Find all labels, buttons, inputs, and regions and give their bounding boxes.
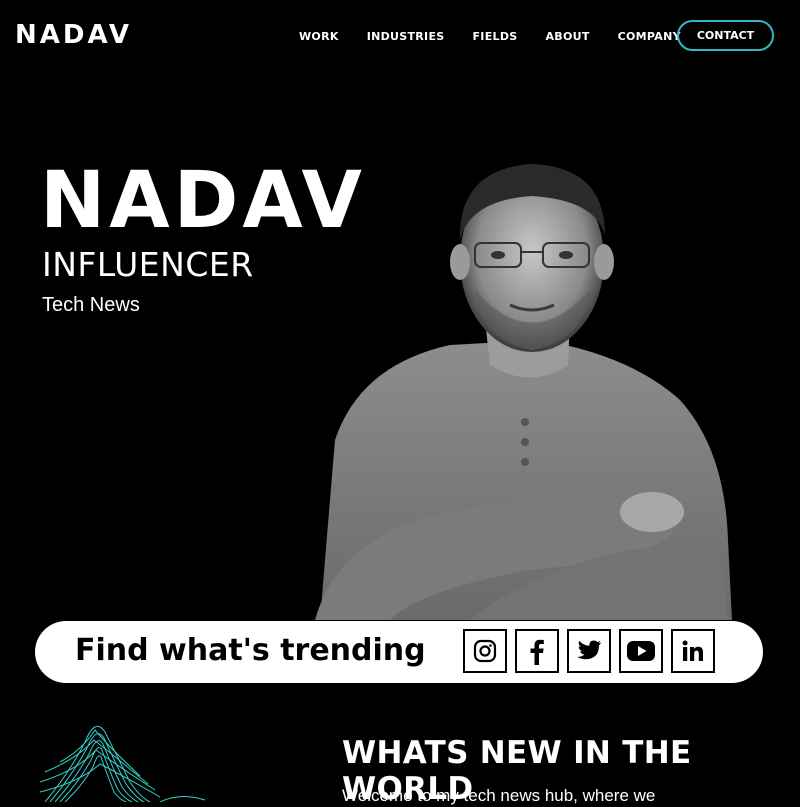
nav-fields[interactable]: FIELDS: [472, 30, 517, 43]
youtube-icon[interactable]: [619, 629, 663, 673]
twitter-icon[interactable]: [567, 629, 611, 673]
nav-company[interactable]: COMPANY: [618, 30, 681, 43]
portrait-photo: [315, 164, 732, 620]
site-logo[interactable]: NADAV: [15, 20, 132, 50]
trending-bar: Find what's trending: [35, 621, 763, 683]
wireframe-graphic: [40, 725, 206, 802]
nav-about[interactable]: ABOUT: [545, 30, 589, 43]
contact-button[interactable]: CONTACT: [677, 20, 774, 51]
hero-subtitle: Tech News: [42, 294, 140, 316]
trending-text: Find what's trending: [75, 633, 426, 668]
instagram-icon[interactable]: [463, 629, 507, 673]
social-links: [463, 629, 723, 673]
nav-industries[interactable]: INDUSTRIES: [367, 30, 445, 43]
facebook-icon[interactable]: [515, 629, 559, 673]
hero-role: INFLUENCER: [42, 245, 254, 284]
news-body: Welcome to my tech news hub, where we: [342, 786, 656, 805]
linkedin-icon[interactable]: [671, 629, 715, 673]
nav-work[interactable]: WORK: [299, 30, 339, 43]
main-nav: WORK INDUSTRIES FIELDS ABOUT COMPANY: [299, 30, 709, 43]
